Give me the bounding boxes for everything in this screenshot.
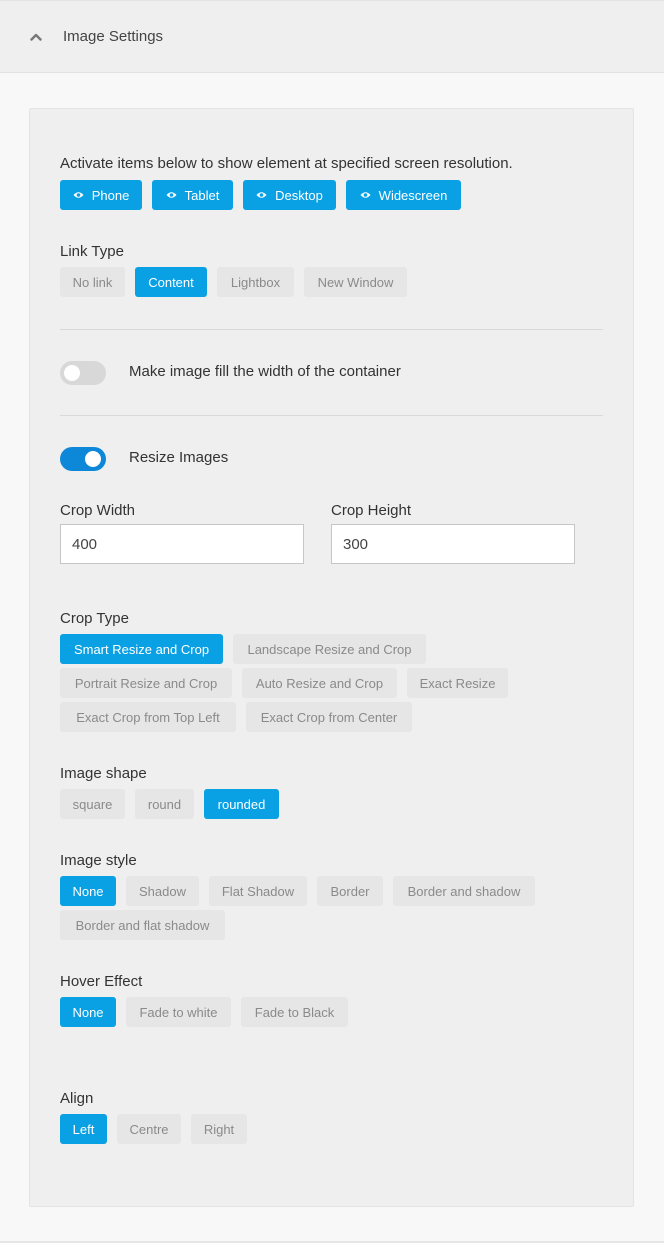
resize-images-toggle[interactable] [60, 447, 106, 471]
align-left[interactable]: Left [60, 1114, 107, 1144]
fill-width-label: Make image fill the width of the contain… [129, 363, 401, 380]
chevron-up-icon[interactable] [29, 30, 43, 44]
divider [60, 329, 603, 330]
settings-panel: Activate items below to show element at … [29, 108, 634, 1207]
eye-icon [166, 191, 177, 199]
crop-type-landscape[interactable]: Landscape Resize and Crop [233, 634, 426, 664]
image-shape-rounded[interactable]: rounded [204, 789, 279, 819]
image-style-flat-shadow[interactable]: Flat Shadow [209, 876, 307, 906]
crop-height-input[interactable] [331, 524, 575, 564]
visibility-tablet-button[interactable]: Tablet [152, 180, 233, 210]
hover-effect-fade-black[interactable]: Fade to Black [241, 997, 348, 1027]
crop-type-smart[interactable]: Smart Resize and Crop [60, 634, 223, 664]
align-label: Align [60, 1090, 94, 1107]
align-centre[interactable]: Centre [117, 1114, 181, 1144]
crop-width-label: Crop Width [60, 502, 136, 519]
hover-effect-label: Hover Effect [60, 973, 143, 990]
crop-type-exact-top-left[interactable]: Exact Crop from Top Left [60, 702, 236, 732]
eye-icon [73, 191, 84, 199]
link-type-lightbox[interactable]: Lightbox [217, 267, 294, 297]
resize-images-label: Resize Images [129, 449, 229, 466]
toggle-knob [64, 365, 80, 381]
crop-type-label: Crop Type [60, 610, 129, 627]
image-style-border[interactable]: Border [317, 876, 383, 906]
crop-width-input[interactable] [60, 524, 304, 564]
hover-effect-fade-white[interactable]: Fade to white [126, 997, 231, 1027]
crop-height-label: Crop Height [331, 502, 412, 519]
crop-type-exact-center[interactable]: Exact Crop from Center [246, 702, 412, 732]
link-type-label: Link Type [60, 243, 124, 260]
hover-effect-none[interactable]: None [60, 997, 116, 1027]
image-shape-round[interactable]: round [135, 789, 194, 819]
visibility-intro: Activate items below to show element at … [60, 155, 513, 172]
visibility-phone-button[interactable]: Phone [60, 180, 142, 210]
image-style-label: Image style [60, 852, 137, 869]
section-title: Image Settings [63, 28, 164, 45]
crop-type-portrait[interactable]: Portrait Resize and Crop [60, 668, 232, 698]
fill-width-toggle[interactable] [60, 361, 106, 385]
link-type-new-window[interactable]: New Window [304, 267, 407, 297]
image-style-none[interactable]: None [60, 876, 116, 906]
toggle-knob [85, 451, 101, 467]
section-header[interactable]: Image Settings [0, 0, 664, 73]
visibility-widescreen-button[interactable]: Widescreen [346, 180, 461, 210]
image-style-shadow[interactable]: Shadow [126, 876, 199, 906]
link-type-content[interactable]: Content [135, 267, 207, 297]
crop-type-exact-resize[interactable]: Exact Resize [407, 668, 508, 698]
eye-icon [256, 191, 267, 199]
image-shape-label: Image shape [60, 765, 147, 782]
divider [60, 415, 603, 416]
image-style-border-shadow[interactable]: Border and shadow [393, 876, 535, 906]
align-right[interactable]: Right [191, 1114, 247, 1144]
crop-type-auto[interactable]: Auto Resize and Crop [242, 668, 397, 698]
link-type-no-link[interactable]: No link [60, 267, 125, 297]
image-shape-square[interactable]: square [60, 789, 125, 819]
image-style-border-flat-shadow[interactable]: Border and flat shadow [60, 910, 225, 940]
visibility-desktop-button[interactable]: Desktop [243, 180, 336, 210]
eye-icon [360, 191, 371, 199]
